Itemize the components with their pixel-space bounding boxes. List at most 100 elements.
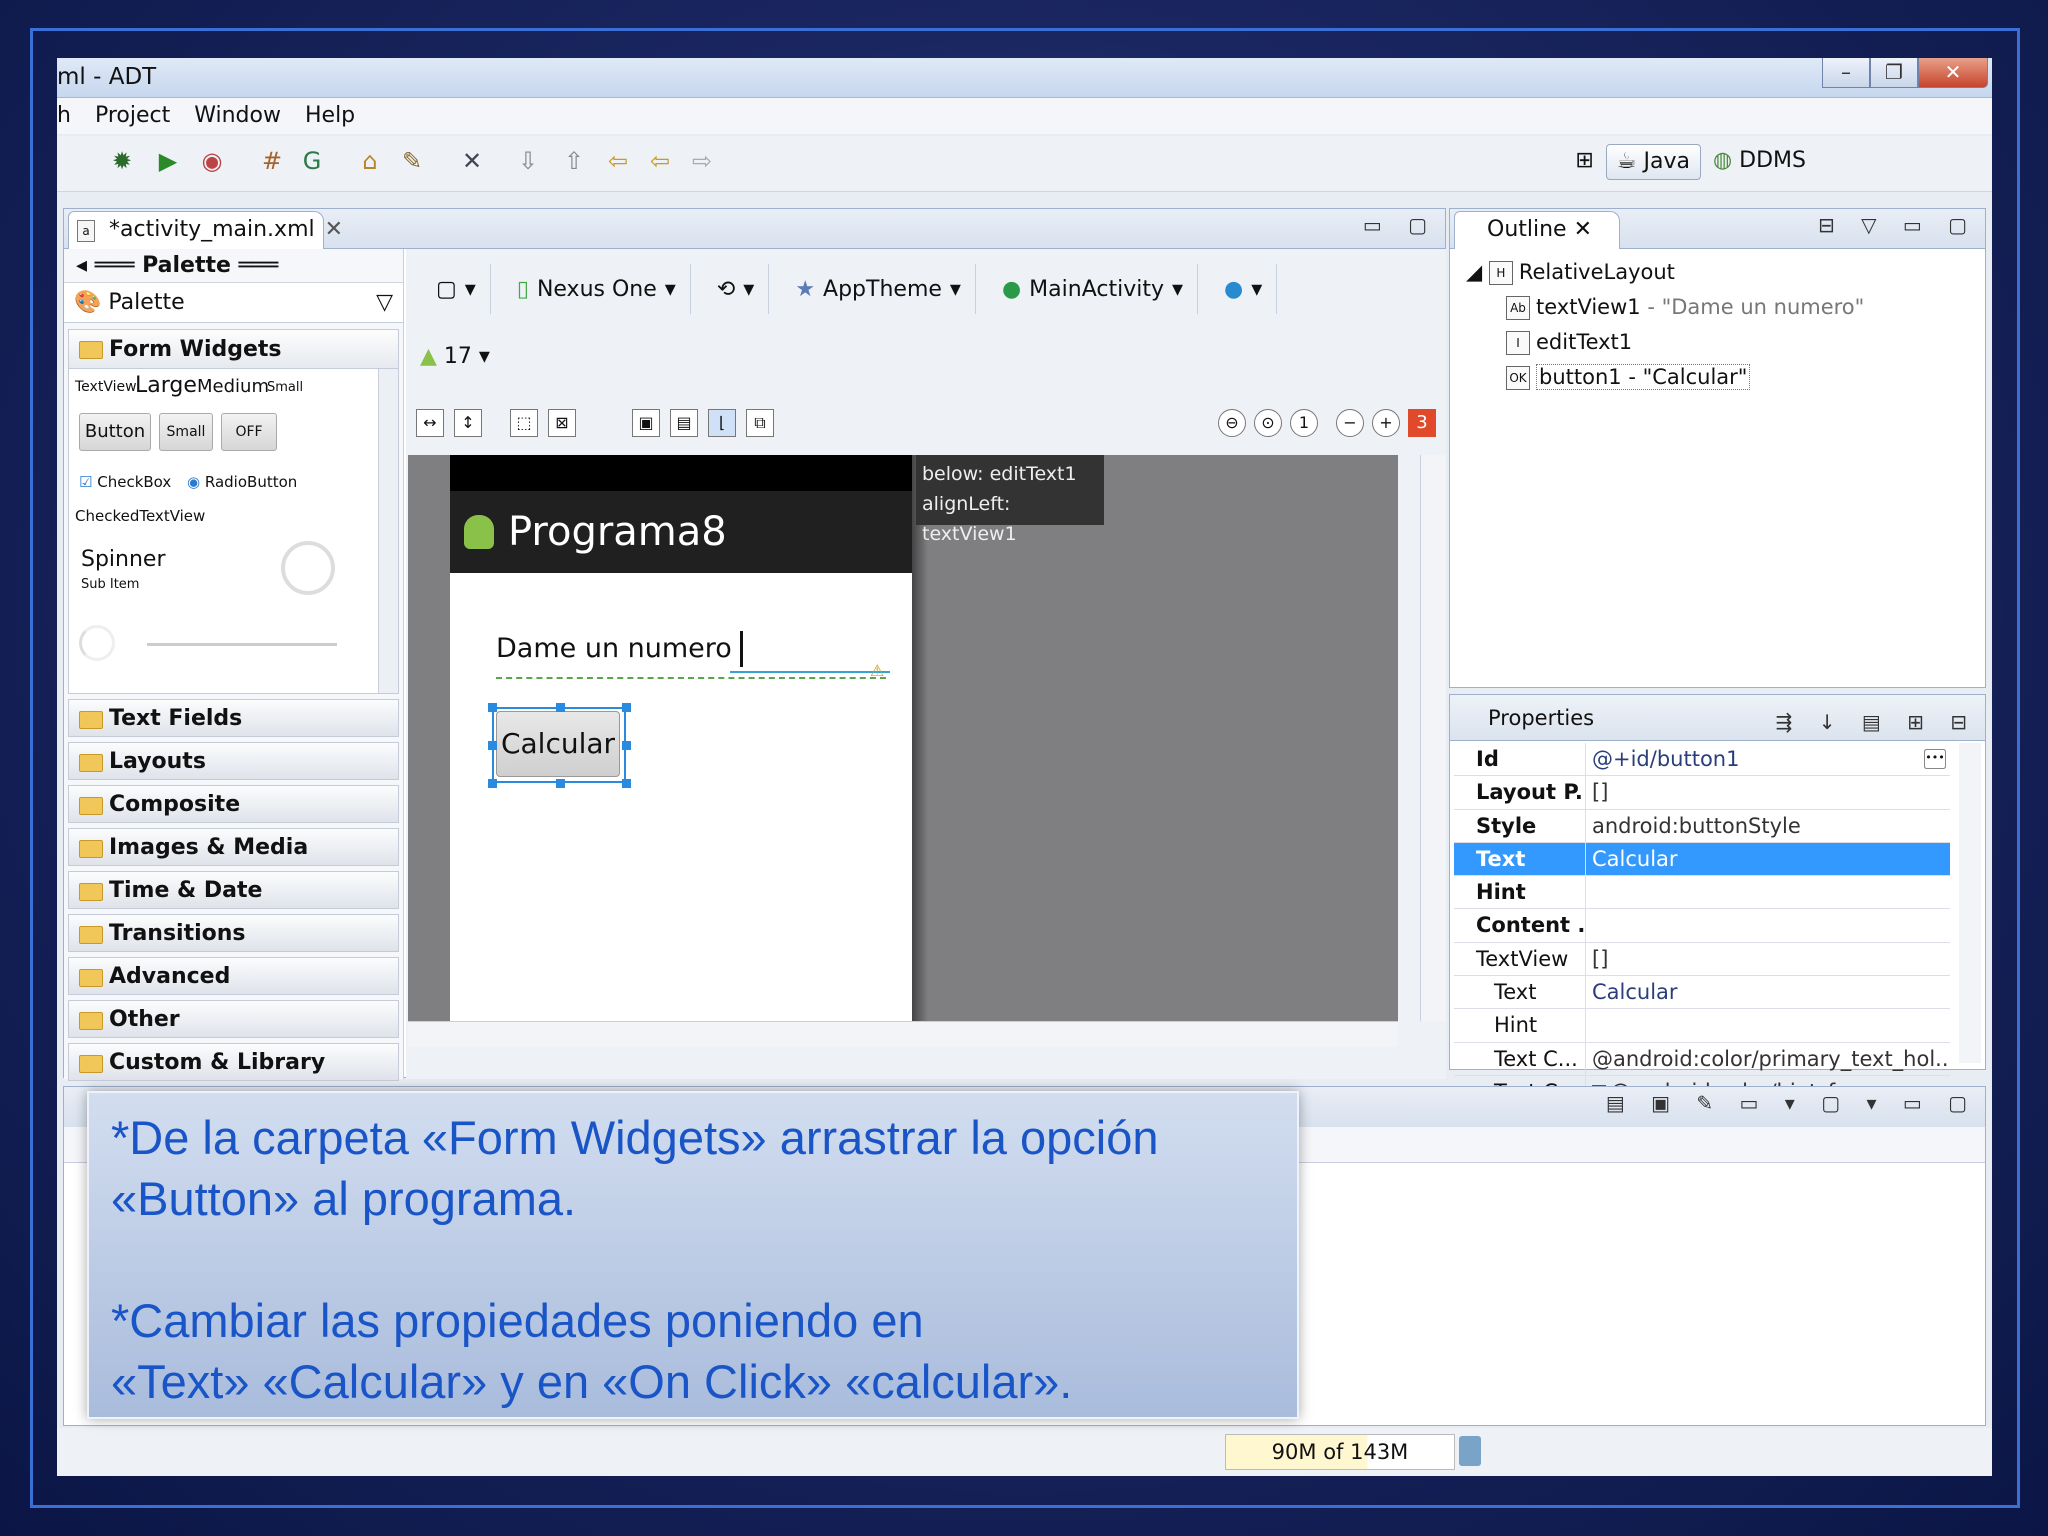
open-perspective-icon[interactable]: ⊞ (1569, 144, 1599, 180)
maximize-button[interactable]: ❐ (1870, 58, 1918, 88)
search-icon[interactable]: ✎ (397, 146, 427, 176)
widget-large-text[interactable]: Large (135, 373, 197, 398)
editor-minmax-icons[interactable]: ▭ ▢ (1363, 213, 1437, 237)
heap-status[interactable]: 90M of 143M (1225, 1434, 1455, 1470)
category-advanced[interactable]: Advanced (68, 957, 399, 995)
toggle-fill-width-icon[interactable]: ↔ (416, 409, 444, 437)
category-time-date[interactable]: Time & Date (68, 871, 399, 909)
zoom-100-icon[interactable]: 1 (1290, 409, 1318, 437)
toggle-fill-height-icon[interactable]: ↕ (454, 409, 482, 437)
align-left-icon[interactable]: ⌊ (708, 409, 736, 437)
zoom-to-fit-icon[interactable]: ⊖ (1218, 409, 1246, 437)
debug-icon[interactable]: ✹ (107, 146, 137, 176)
widget-radiobutton[interactable]: ◉ RadioButton (187, 473, 297, 491)
zoom-in-icon[interactable]: + (1372, 409, 1400, 437)
ddms-perspective-button[interactable]: ◍ DDMS (1707, 144, 1812, 180)
resize-handle[interactable] (556, 703, 565, 712)
zoom-out-icon[interactable]: − (1336, 409, 1364, 437)
prop-row-text-color[interactable]: Text C... @android:color/primary_text_hol… (1454, 749, 1950, 1076)
resize-handle[interactable] (488, 703, 497, 712)
resize-handle[interactable] (622, 741, 631, 750)
edittext1-underline[interactable] (730, 671, 890, 673)
resize-handle[interactable] (556, 779, 565, 788)
previous-annotation-icon[interactable]: ⇧ (559, 146, 589, 176)
console-toolbar-icons[interactable]: ▤ ▣ ✎ ▭ ▾ ▢ ▾ ▭ ▢ (1606, 1091, 1977, 1115)
palette-scrollbar[interactable] (378, 369, 398, 693)
prop-row-style[interactable]: Styleandroid:buttonStyle••• (1454, 749, 1950, 843)
widget-spinner[interactable]: Spinner (81, 547, 166, 572)
canvas-vertical-scrollbar[interactable] (1420, 455, 1446, 1021)
orientation-dropdown[interactable]: ⟲ ▾ (703, 264, 770, 314)
outline-minmax-icons[interactable]: ⊟ ▽ ▭ ▢ (1818, 213, 1977, 237)
config-file-dropdown[interactable]: ▢ ▾ (422, 264, 491, 314)
prop-row-text[interactable]: TextCalcular••• (1454, 749, 1950, 877)
forward-icon[interactable]: ⇨ (687, 146, 717, 176)
external-tools-icon[interactable]: ◉ (197, 146, 227, 176)
category-layouts[interactable]: Layouts (68, 742, 399, 780)
prop-row-hint[interactable]: Hint••• (1454, 749, 1950, 910)
theme-dropdown[interactable]: ★ AppTheme ▾ (781, 264, 976, 314)
widget-checkbox[interactable]: ☑ CheckBox (79, 473, 171, 491)
edit-ellipsis-icon[interactable]: ••• (1924, 749, 1946, 769)
new-class-icon[interactable]: G (297, 146, 327, 176)
margins-icon[interactable]: ⬚ (510, 409, 538, 437)
widget-medium-text[interactable]: Medium (197, 376, 269, 397)
prop-row-textview-text[interactable]: TextCalcular••• (1454, 749, 1950, 1010)
new-project-icon[interactable]: # (257, 146, 287, 176)
close-tab-icon[interactable]: ✕ (325, 217, 343, 242)
next-annotation-icon[interactable]: ⇩ (513, 146, 543, 176)
progress-small-icon[interactable] (79, 625, 115, 661)
minimize-button[interactable]: – (1822, 58, 1870, 88)
gravity-icon[interactable]: ⊠ (548, 409, 576, 437)
menu-item-help[interactable]: Help (305, 98, 355, 134)
tree-node-relativelayout[interactable]: ◢ H RelativeLayout (1466, 255, 1864, 290)
tab-outline[interactable]: Outline ✕ (1454, 211, 1620, 249)
java-perspective-button[interactable]: ☕ Java (1605, 144, 1701, 180)
align-baseline-icon[interactable]: ▣ (632, 409, 660, 437)
clear-constraints-icon[interactable]: ⧉ (746, 409, 774, 437)
progress-circle-icon[interactable] (281, 541, 335, 595)
zoom-real-size-icon[interactable]: ⊙ (1254, 409, 1282, 437)
palette-selector[interactable]: 🎨 Palette ▽ (64, 283, 403, 323)
category-other[interactable]: Other (68, 1000, 399, 1038)
widget-toggle-button[interactable]: OFF (221, 413, 277, 451)
center-icon[interactable]: ▤ (670, 409, 698, 437)
garbage-collect-icon[interactable] (1459, 1436, 1481, 1466)
prop-row-id[interactable]: Id@+id/button1••• (1454, 743, 1950, 777)
prop-row-content-description[interactable]: Content ...••• (1454, 749, 1950, 943)
widget-small-text[interactable]: Small (267, 380, 303, 395)
resize-handle[interactable] (488, 741, 497, 750)
category-composite[interactable]: Composite (68, 785, 399, 823)
tab-activity-main[interactable]: a *activity_main.xml ✕ (68, 211, 343, 249)
progress-bar-icon[interactable] (147, 643, 337, 646)
menu-item-project[interactable]: Project (95, 98, 170, 134)
menu-item-window[interactable]: Window (194, 98, 281, 134)
category-text-fields[interactable]: Text Fields (68, 699, 399, 737)
widget-checkedtextview[interactable]: CheckedTextView (75, 507, 205, 525)
device-dropdown[interactable]: ▯ Nexus One ▾ (503, 264, 691, 314)
textview1[interactable]: Dame un numero (496, 633, 732, 664)
category-images-media[interactable]: Images & Media (68, 828, 399, 866)
locale-dropdown[interactable]: ● ▾ (1210, 264, 1278, 314)
error-badge[interactable]: 3 (1408, 409, 1436, 437)
open-type-icon[interactable]: ⌂ (355, 146, 385, 176)
tree-node-textview1[interactable]: Ab textView1 - "Dame un numero" (1466, 290, 1864, 325)
api-level-dropdown[interactable]: ▲ 17 ▾ (420, 344, 490, 369)
properties-toolbar-icons[interactable]: ⇶ ↓ ▤ ⊞ ⊟ (1776, 699, 1977, 745)
canvas-horizontal-scrollbar[interactable] (408, 1021, 1398, 1047)
category-custom-library-views[interactable]: Custom & Library Views (68, 1043, 399, 1113)
category-transitions[interactable]: Transitions (68, 914, 399, 952)
prop-row-textview-hint[interactable]: Hint••• (1454, 749, 1950, 1043)
pin-icon[interactable]: ✕ (457, 146, 487, 176)
last-edit-icon[interactable]: ⇦ (603, 146, 633, 176)
warning-icon[interactable]: ⚠ (870, 661, 884, 680)
prop-row-textview-group[interactable]: TextView[] (1454, 942, 1950, 977)
back-icon[interactable]: ⇦ (645, 146, 675, 176)
tree-node-button1[interactable]: OK button1 - "Calcular" (1466, 360, 1864, 395)
menu-item-h[interactable]: h (57, 98, 71, 134)
widget-textview[interactable]: TextView (75, 379, 137, 395)
widget-small-button[interactable]: Small (159, 413, 213, 451)
resize-handle[interactable] (488, 779, 497, 788)
tree-node-edittext1[interactable]: IeditText1 (1466, 325, 1864, 360)
layout-canvas[interactable]: Programa8 Dame un numero Calcular ⚠ belo… (408, 455, 1398, 1021)
